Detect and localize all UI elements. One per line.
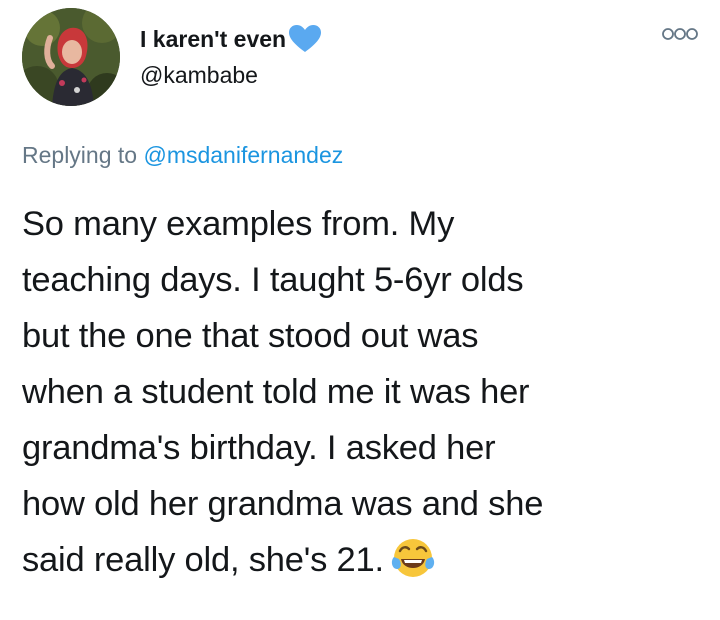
- tweet-text-last-line: said really old, she's 21.: [22, 532, 712, 588]
- tweet-text-line: when a student told me it was her: [22, 373, 530, 411]
- display-name-text[interactable]: I karen't even: [140, 26, 286, 53]
- reply-mention-link[interactable]: @msdanifernandez: [143, 142, 343, 168]
- tweet-text: So many examples from. My teaching days.…: [22, 196, 712, 588]
- tweet-text-line: teaching days. I taught 5-6yr olds: [22, 261, 524, 299]
- tweet-text-line: grandma's birthday. I asked her: [22, 429, 496, 467]
- avatar[interactable]: [22, 8, 120, 106]
- more-dots-icon[interactable]: [660, 26, 700, 42]
- replying-to: Replying to @msdanifernandez: [22, 142, 343, 169]
- tweet-text-line: So many examples from. My: [22, 205, 455, 243]
- tweet-card: I karen't even @kambabe Replying to @msd…: [0, 0, 720, 620]
- replying-to-label: Replying to: [22, 142, 138, 168]
- avatar-photo-icon: [22, 8, 120, 106]
- blue-heart-icon: [288, 24, 322, 54]
- user-handle[interactable]: @kambabe: [140, 62, 258, 89]
- tears-of-joy-icon: [390, 535, 436, 581]
- tweet-text-line: how old her grandma was and she: [22, 485, 544, 523]
- tweet-text-line: said really old, she's 21.: [22, 541, 384, 579]
- display-name[interactable]: I karen't even: [140, 24, 322, 54]
- tweet-text-line: but the one that stood out was: [22, 317, 479, 355]
